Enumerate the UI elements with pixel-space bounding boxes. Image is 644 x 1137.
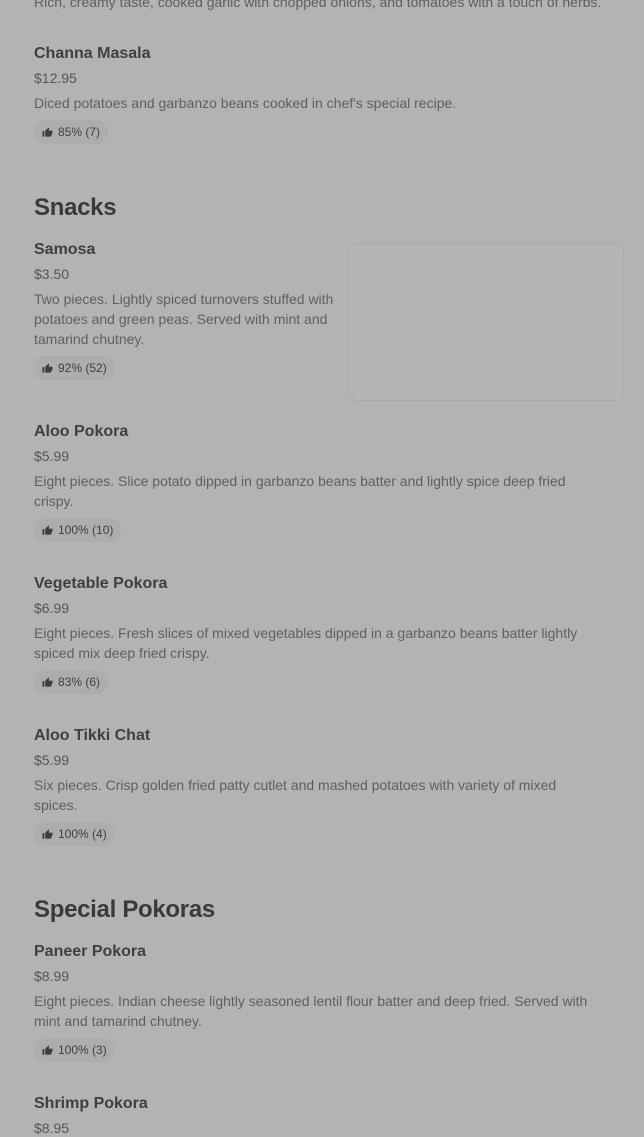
thumbs-up-icon [42, 362, 53, 374]
item-description: Eight pieces. Slice potato dipped in gar… [34, 473, 566, 509]
previous-item-description: Rich, creamy taste, cooked garlic with c… [34, 0, 602, 10]
menu-item-paneer-pokora[interactable]: Paneer Pokora $8.99 Eight pieces. Indian… [34, 942, 614, 1062]
item-price: $6.99 [34, 600, 70, 616]
rating-badge: 92% (52) [34, 356, 115, 380]
item-price: $5.99 [34, 752, 70, 768]
rating-text: 92% (52) [58, 361, 107, 375]
rating-badge: 83% (6) [34, 670, 109, 694]
item-price: $8.95 [34, 1120, 70, 1136]
item-name: Vegetable Pokora [34, 575, 168, 592]
item-name: Samosa [34, 241, 96, 258]
samosa-image[interactable] [348, 243, 624, 401]
thumbs-up-icon [42, 828, 53, 840]
rating-text: 100% (3) [58, 1043, 107, 1057]
item-name: Paneer Pokora [34, 943, 147, 960]
item-description: Eight pieces. Indian cheese lightly seas… [34, 993, 588, 1029]
menu-item-channa-masala[interactable]: Channa Masala $12.95 Diced potatoes and … [34, 44, 614, 144]
menu-page: Rich, creamy taste, cooked garlic with c… [0, 0, 644, 1137]
menu-item-samosa[interactable]: Samosa $3.50 Two pieces. Lightly spiced … [34, 240, 339, 380]
menu-item-aloo-pokora[interactable]: Aloo Pokora $5.99 Eight pieces. Slice po… [34, 422, 594, 542]
menu-item-shrimp-pokora[interactable]: Shrimp Pokora $8.95 [34, 1094, 614, 1137]
rating-badge: 100% (4) [34, 822, 115, 846]
thumbs-up-icon [42, 524, 53, 536]
item-description: Diced potatoes and garbanzo beans cooked… [34, 95, 457, 111]
item-name: Shrimp Pokora [34, 1095, 148, 1112]
thumbs-up-icon [42, 676, 53, 688]
thumbs-up-icon [42, 1044, 53, 1056]
item-price: $8.99 [34, 968, 70, 984]
section-title-snacks: Snacks [34, 194, 117, 221]
rating-text: 100% (4) [58, 827, 107, 841]
rating-text: 85% (7) [58, 125, 101, 139]
item-description: Eight pieces. Fresh slices of mixed vege… [34, 625, 578, 661]
item-price: $3.50 [34, 266, 70, 282]
item-description: Two pieces. Lightly spiced turnovers stu… [34, 291, 334, 347]
item-price: $12.95 [34, 70, 77, 86]
section-title-special-pokoras: Special Pokoras [34, 896, 215, 923]
menu-item-vegetable-pokora[interactable]: Vegetable Pokora $6.99 Eight pieces. Fre… [34, 574, 606, 694]
item-name: Channa Masala [34, 45, 151, 62]
rating-text: 100% (10) [58, 523, 114, 537]
item-description: Six pieces. Crisp golden fried patty cut… [34, 777, 557, 813]
menu-item-aloo-tikki-chat[interactable]: Aloo Tikki Chat $5.99 Six pieces. Crisp … [34, 726, 594, 846]
thumbs-up-icon [42, 126, 53, 138]
item-name: Aloo Pokora [34, 423, 129, 440]
rating-badge: 85% (7) [34, 120, 109, 144]
rating-text: 83% (6) [58, 675, 101, 689]
rating-badge: 100% (3) [34, 1038, 115, 1062]
rating-badge: 100% (10) [34, 518, 122, 542]
item-name: Aloo Tikki Chat [34, 727, 151, 744]
item-price: $5.99 [34, 448, 70, 464]
